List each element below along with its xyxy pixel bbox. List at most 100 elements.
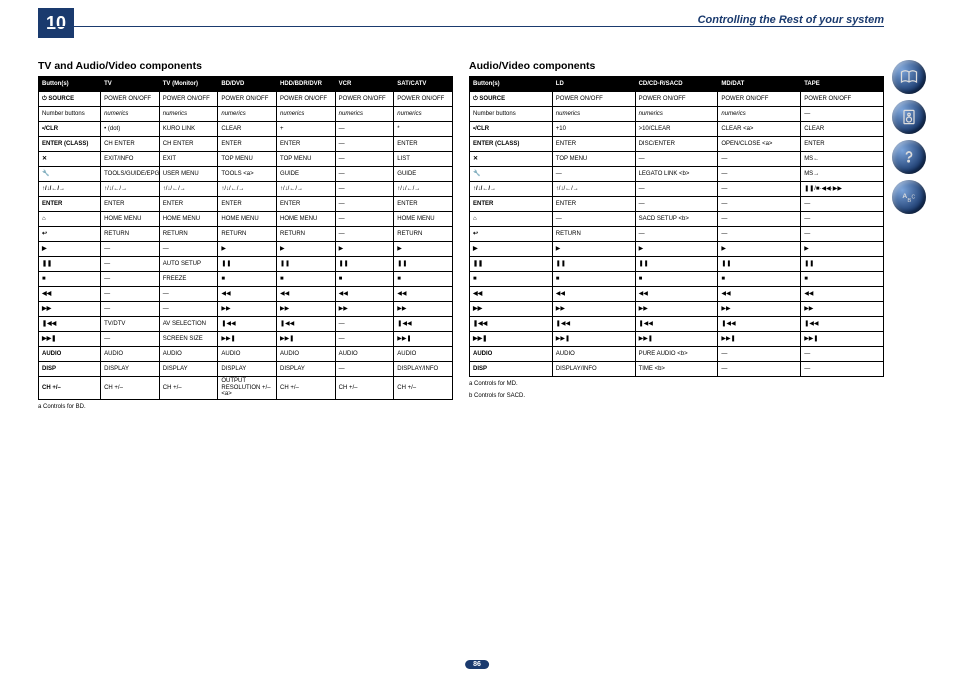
table-cell: — <box>801 227 884 242</box>
table-cell: — <box>635 197 718 212</box>
table-cell: OUTPUT RESOLUTION +/– <a> <box>218 377 277 400</box>
table-cell: ❚◀◀ <box>394 317 453 332</box>
table-row: ✕EXIT/INFOEXITTOP MENUTOP MENU—LIST <box>39 152 453 167</box>
table-cell: TOOLS <a> <box>218 167 277 182</box>
table-cell: POWER ON/OFF <box>159 92 218 107</box>
abc-icon[interactable]: ABC <box>892 180 926 214</box>
table-cell: — <box>335 332 394 347</box>
table-cell: ⌂ <box>39 212 101 227</box>
table-row: 🔧—LEGATO LINK <b>—MS→ <box>470 167 884 182</box>
table-cell: ◀◀ <box>470 287 553 302</box>
table-cell: HOME MENU <box>159 212 218 227</box>
table-cell: ▶ <box>335 242 394 257</box>
table-cell: ◀◀ <box>718 287 801 302</box>
table-cell: CH ENTER <box>159 137 218 152</box>
table-row: ✕TOP MENU——MS← <box>470 152 884 167</box>
table-cell: — <box>801 347 884 362</box>
table-cell: — <box>801 362 884 377</box>
page-title: Controlling the Rest of your system <box>698 14 884 26</box>
column-header: VCR <box>335 77 394 92</box>
left-footnote: a Controls for BD. <box>38 404 453 412</box>
table-cell: ❚◀◀ <box>801 317 884 332</box>
table-cell: ❚◀◀ <box>39 317 101 332</box>
table-cell: ↑/↓/←/→ <box>39 182 101 197</box>
table-cell: ▶ <box>218 242 277 257</box>
table-cell: TOOLS/GUIDE/EPG <box>101 167 160 182</box>
table-row: •/CLR• (dot)KURO LINKCLEAR+—* <box>39 122 453 137</box>
table-cell: ENTER <box>39 197 101 212</box>
svg-text:C: C <box>912 195 916 201</box>
book-icon[interactable] <box>892 60 926 94</box>
table-row: ▶▶——▶▶▶▶▶▶▶▶ <box>39 302 453 317</box>
table-cell: — <box>718 227 801 242</box>
table-cell: 🔧 <box>470 167 553 182</box>
table-cell: AUDIO <box>101 347 160 362</box>
table-cell: AUDIO <box>277 347 336 362</box>
table-cell: ENTER <box>277 197 336 212</box>
table-row: Number buttonsnumericsnumericsnumerics— <box>470 107 884 122</box>
table-cell: ▶ <box>801 242 884 257</box>
table-cell: POWER ON/OFF <box>552 92 635 107</box>
table-cell: ↑/↓/←/→ <box>470 182 553 197</box>
table-cell: — <box>101 272 160 287</box>
table-cell: — <box>335 317 394 332</box>
table-cell: HOME MENU <box>277 212 336 227</box>
table-cell: ENTER <box>101 197 160 212</box>
table-cell: numerics <box>218 107 277 122</box>
table-cell: ❚❚/■·◀◀·▶▶ <box>801 182 884 197</box>
table-cell: MS→ <box>801 167 884 182</box>
table-cell: — <box>159 302 218 317</box>
table-cell: ▶▶ <box>552 302 635 317</box>
speaker-icon[interactable] <box>892 100 926 134</box>
table-cell: RETURN <box>394 227 453 242</box>
table-cell: — <box>335 167 394 182</box>
table-cell: ❚❚ <box>277 257 336 272</box>
table-cell: ENTER <box>552 137 635 152</box>
table-row: 🔧TOOLS/GUIDE/EPGUSER MENUTOOLS <a>GUIDE—… <box>39 167 453 182</box>
table-row: ⌂HOME MENUHOME MENUHOME MENUHOME MENU—HO… <box>39 212 453 227</box>
table-cell: ▶ <box>635 242 718 257</box>
table-row: CH +/–CH +/–CH +/–OUTPUT RESOLUTION +/– … <box>39 377 453 400</box>
table-cell: ENTER (CLASS) <box>39 137 101 152</box>
table-cell: POWER ON/OFF <box>335 92 394 107</box>
column-header: SAT/CATV <box>394 77 453 92</box>
table-cell: ▶▶ <box>394 302 453 317</box>
table-cell: — <box>801 212 884 227</box>
table-cell: ▶▶❚ <box>470 332 553 347</box>
table-cell: ■ <box>718 272 801 287</box>
table-cell: KURO LINK <box>159 122 218 137</box>
table-cell: USER MENU <box>159 167 218 182</box>
column-header: MD/DAT <box>718 77 801 92</box>
table-cell: — <box>552 212 635 227</box>
table-cell: numerics <box>718 107 801 122</box>
table-row: ⏻ SOURCEPOWER ON/OFFPOWER ON/OFFPOWER ON… <box>470 92 884 107</box>
table-cell: TOP MENU <box>552 152 635 167</box>
av-table: Button(s)LDCD/CD-R/SACDMD/DATTAPE ⏻ SOUR… <box>469 76 884 377</box>
table-cell: AUDIO <box>335 347 394 362</box>
table-cell: EXIT <box>159 152 218 167</box>
table-cell: ▶▶ <box>335 302 394 317</box>
table-cell: — <box>335 182 394 197</box>
table-row: ▶——▶▶▶▶ <box>39 242 453 257</box>
table-row: ◀◀——◀◀◀◀◀◀◀◀ <box>39 287 453 302</box>
table-cell: ◀◀ <box>335 287 394 302</box>
table-cell: OPEN/CLOSE <a> <box>718 137 801 152</box>
table-cell: Number buttons <box>39 107 101 122</box>
table-cell: ❚❚ <box>718 257 801 272</box>
question-icon[interactable] <box>892 140 926 174</box>
table-cell: ❚◀◀ <box>635 317 718 332</box>
table-cell: ■ <box>335 272 394 287</box>
table-cell: +10 <box>552 122 635 137</box>
table-row: ❚❚—AUTO SETUP❚❚❚❚❚❚❚❚ <box>39 257 453 272</box>
table-cell: CLEAR <box>801 122 884 137</box>
table-cell: ■ <box>552 272 635 287</box>
table-cell: TV/DTV <box>101 317 160 332</box>
table-row: ▶▶❚▶▶❚▶▶❚▶▶❚▶▶❚ <box>470 332 884 347</box>
table-cell: ▶▶ <box>277 302 336 317</box>
table-cell: >10/CLEAR <box>635 122 718 137</box>
table-cell: — <box>335 152 394 167</box>
table-cell: ◀◀ <box>394 287 453 302</box>
table-cell: ■ <box>470 272 553 287</box>
table-cell: ▶▶❚ <box>552 332 635 347</box>
table-cell: — <box>718 362 801 377</box>
